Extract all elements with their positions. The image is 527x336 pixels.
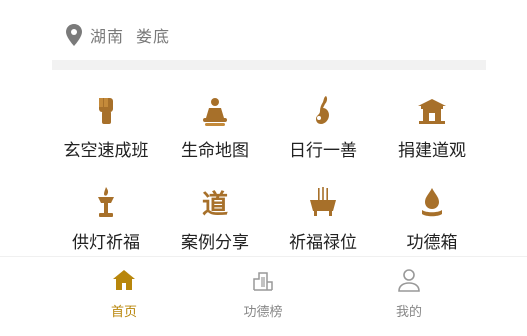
location-pin-icon <box>66 24 82 46</box>
incense-burner-icon <box>310 187 336 216</box>
tab-label: 功德榜 <box>243 305 283 320</box>
tab-home[interactable]: 首页 <box>74 263 174 323</box>
location-text: 湖南 娄底 <box>90 23 170 47</box>
tab-merit-list[interactable]: 功德榜 <box>213 263 313 323</box>
location-city: 娄底 <box>136 27 171 46</box>
hand-gesture-icon <box>316 96 329 124</box>
tab-mine[interactable]: 我的 <box>359 263 459 323</box>
bottom-tab-bar: 首页 功德榜 我的 <box>0 256 527 336</box>
menu-item-label: 祈福禄位 <box>289 233 357 253</box>
temple-icon <box>418 99 446 124</box>
menu-item-label: 案例分享 <box>181 233 249 253</box>
dao-character-icon: 道 <box>202 189 228 220</box>
tab-label: 首页 <box>110 305 137 320</box>
menu-item-temple[interactable]: 捐建道观 <box>378 86 486 166</box>
location-selector[interactable]: 湖南 娄底 <box>66 24 170 46</box>
menu-item-label: 日行一善 <box>289 141 357 161</box>
building-icon <box>253 272 273 291</box>
home-icon <box>113 270 135 290</box>
menu-item-cases[interactable]: 道 案例分享 <box>161 178 269 258</box>
top-bar: 湖南 娄底 <box>0 0 527 65</box>
menu-item-label: 功德箱 <box>406 233 458 253</box>
menu-item-label: 生命地图 <box>181 141 249 161</box>
menu-item-daily-good[interactable]: 日行一善 <box>269 86 377 166</box>
section-divider <box>52 60 486 70</box>
menu-item-blessing-tablet[interactable]: 祈福禄位 <box>269 178 377 258</box>
menu-item-merit-box[interactable]: 功德箱 <box>378 178 486 258</box>
location-province: 湖南 <box>90 27 125 46</box>
menu-grid: 玄空速成班 生命地图 日行一善 捐建道观 供灯祈福 道 案例分享 祈福禄位 功德… <box>52 86 486 258</box>
menu-item-label: 供灯祈福 <box>72 233 140 253</box>
fist-icon <box>99 98 113 124</box>
menu-item-lamp[interactable]: 供灯祈福 <box>52 178 160 258</box>
menu-item-label: 玄空速成班 <box>63 141 149 161</box>
user-icon <box>398 269 420 292</box>
menu-item-xuankong[interactable]: 玄空速成班 <box>52 86 160 166</box>
meditation-figure-icon <box>203 98 227 126</box>
lamp-icon <box>98 187 114 217</box>
merit-drop-icon <box>422 188 442 217</box>
menu-item-label: 捐建道观 <box>398 141 466 161</box>
tab-label: 我的 <box>395 305 422 320</box>
menu-item-life-map[interactable]: 生命地图 <box>161 86 269 166</box>
dao-glyph: 道 <box>202 189 228 220</box>
